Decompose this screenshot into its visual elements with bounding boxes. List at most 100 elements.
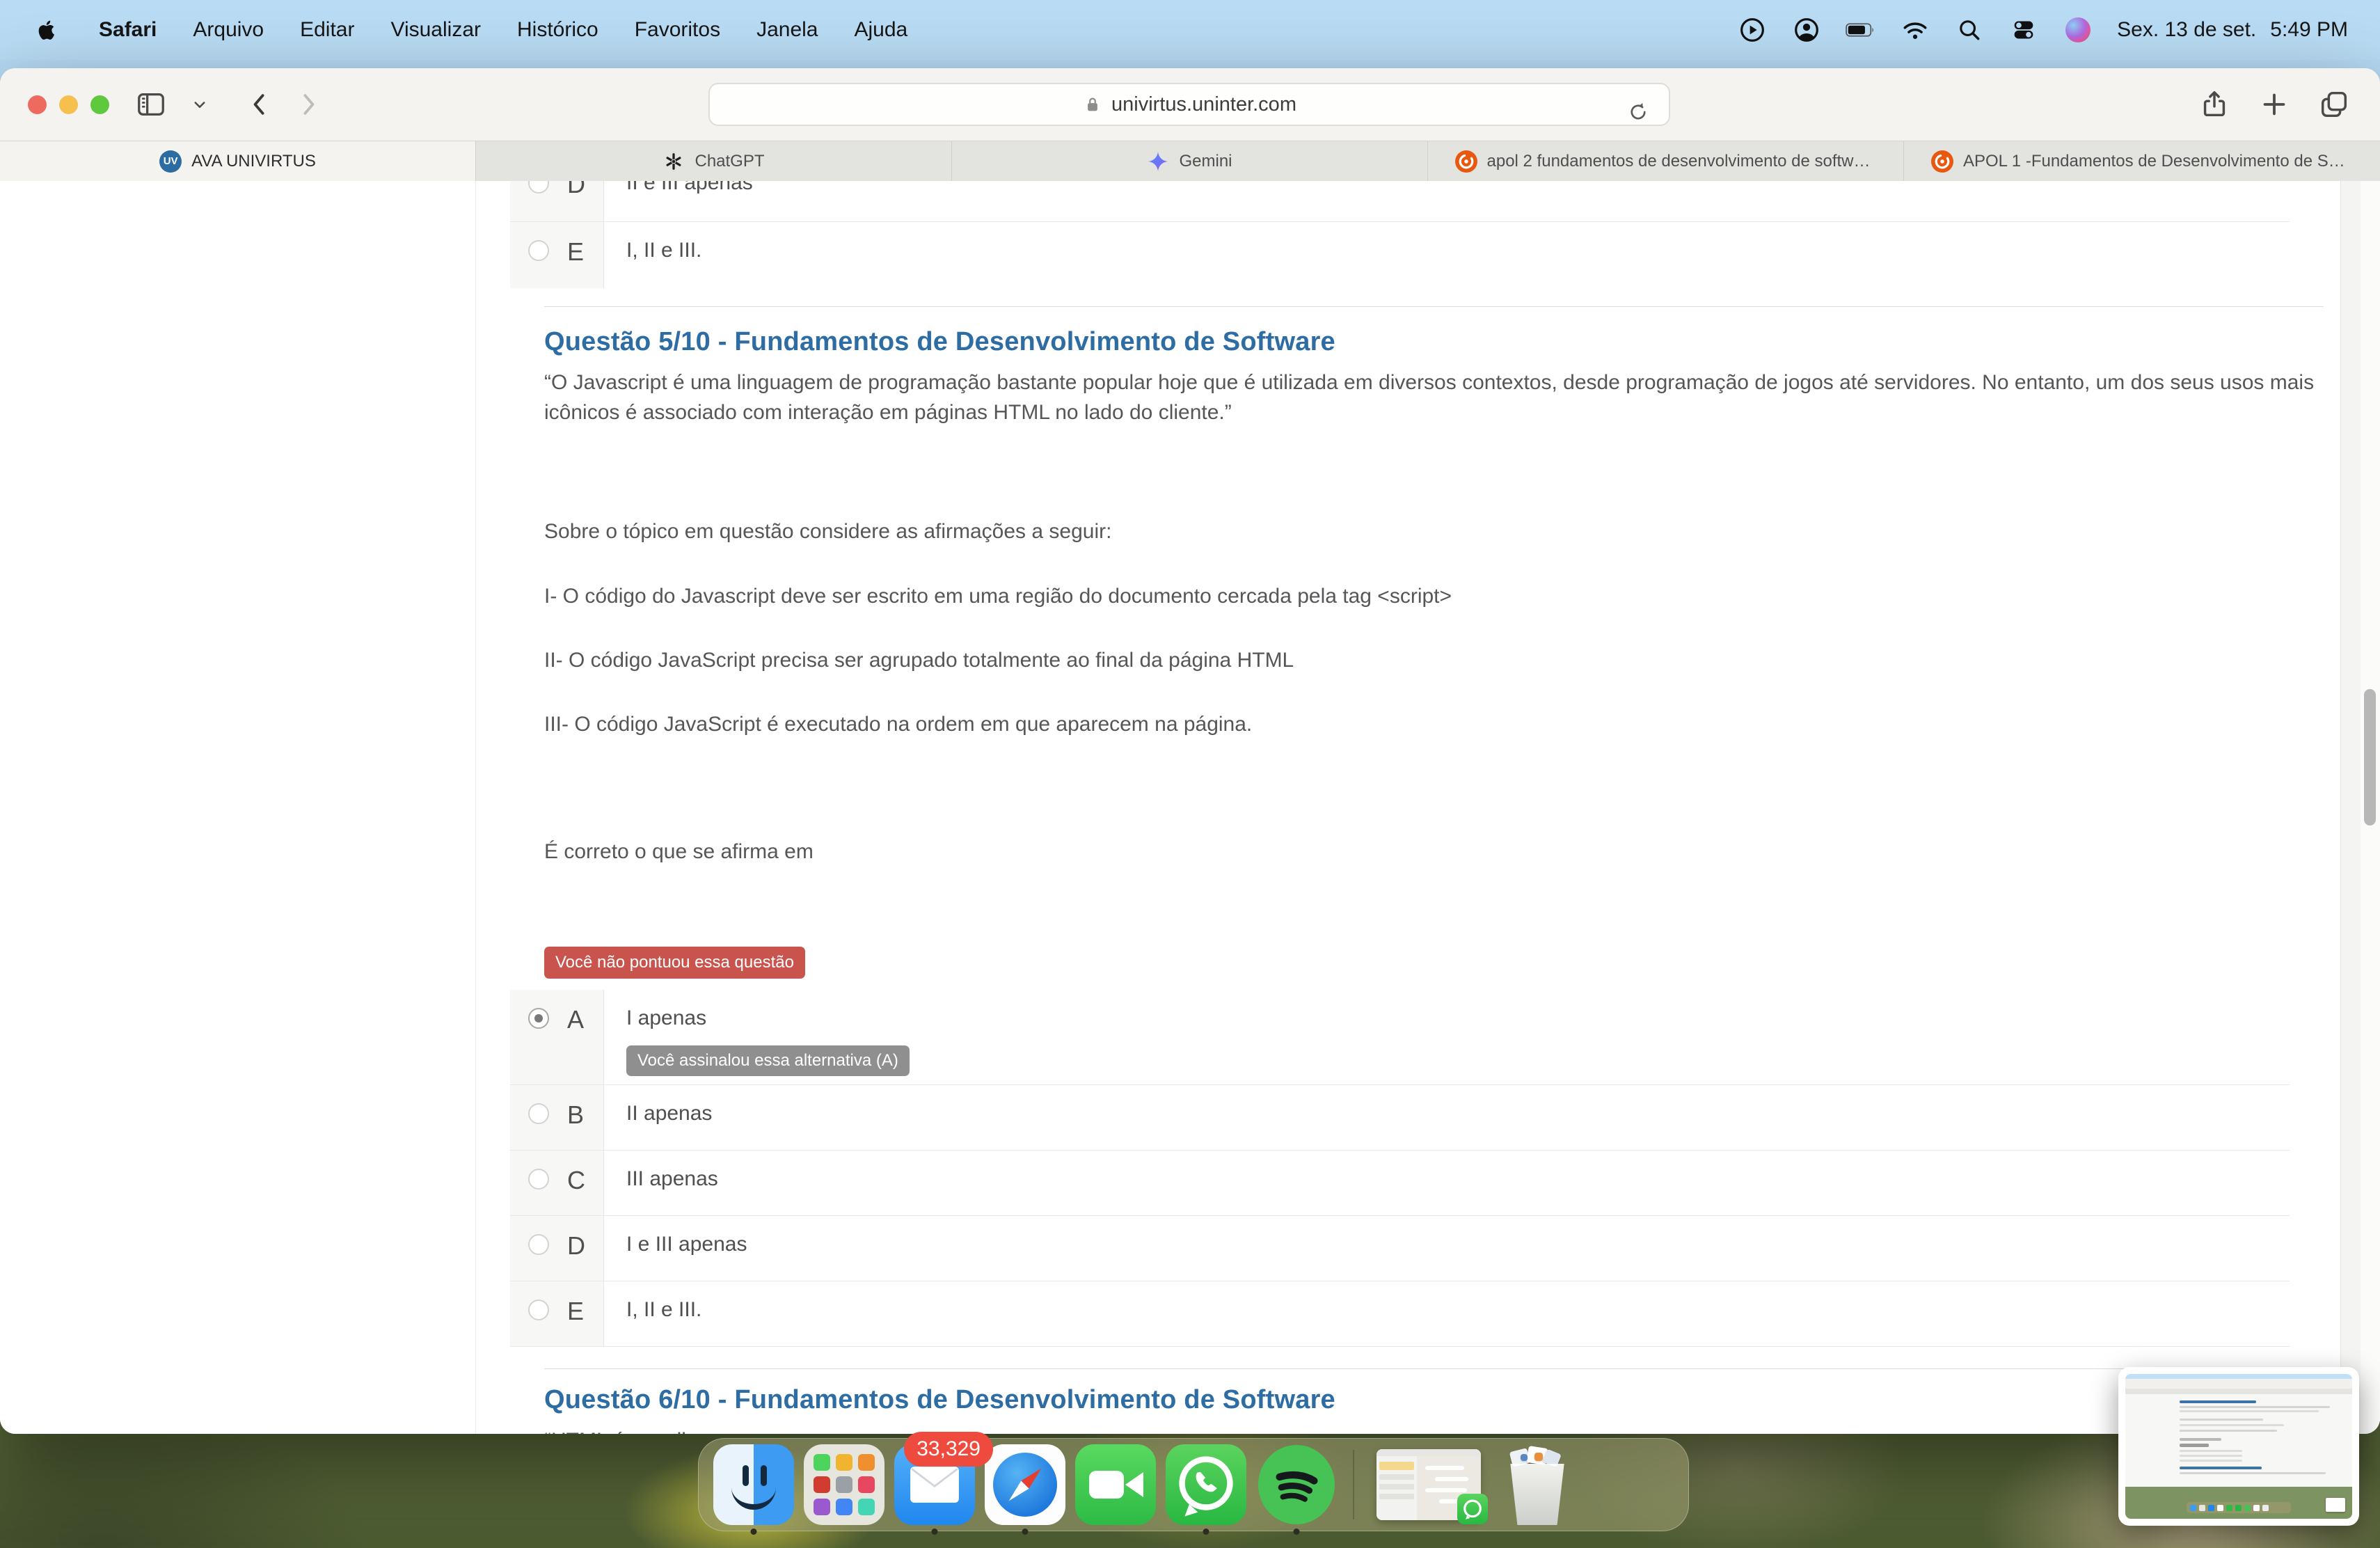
marked-alternative-badge: Você assinalou essa alternativa (A): [626, 1045, 910, 1076]
tab-label: APOL 1 -Fundamentos de Desenvolvimento d…: [1963, 152, 2353, 171]
wifi-icon[interactable]: [1900, 15, 1930, 45]
option-text: I, II e III.: [604, 222, 2290, 288]
whatsapp-icon[interactable]: [1166, 1444, 1246, 1525]
menu-visualizar[interactable]: Visualizar: [390, 18, 481, 42]
facetime-icon[interactable]: [1075, 1444, 1156, 1525]
thumb-line: [2180, 1455, 2242, 1457]
option-row-e[interactable]: E I, II e III.: [510, 221, 2290, 288]
spotify-icon[interactable]: [1256, 1444, 1337, 1525]
menu-janela[interactable]: Janela: [756, 18, 818, 42]
option-radio[interactable]: [528, 240, 549, 261]
question5-statement-1: I- O código do Javascript deve ser escri…: [544, 581, 2324, 611]
dock: 33,329: [698, 1438, 1689, 1531]
sidebar-toggle-icon[interactable]: [133, 86, 169, 123]
lock-icon: [1082, 94, 1103, 115]
running-indicator: [751, 1529, 757, 1535]
question5-ask: É correto o que se afirma em: [544, 837, 2324, 867]
not-scored-badge: Você não pontuou essa questão: [544, 947, 805, 979]
close-window-button[interactable]: [28, 95, 47, 114]
forward-button[interactable]: [290, 86, 326, 123]
battery-icon[interactable]: [1846, 15, 1876, 45]
web-page: D II e III apenas E I, II e III.: [476, 181, 2380, 1434]
minimized-whatsapp-window[interactable]: [1377, 1449, 1481, 1520]
thumb-line: [2180, 1444, 2209, 1447]
tab-bar: UV AVA UNIVIRTUS ChatGPT Gemini apol 2: [0, 141, 2380, 181]
scrollbar-thumb[interactable]: [2364, 689, 2376, 826]
option-row-e[interactable]: E I, II e III.: [510, 1281, 2290, 1346]
option-letter: E: [567, 1300, 584, 1323]
option-row-c[interactable]: C III apenas: [510, 1150, 2290, 1215]
share-icon[interactable]: [2196, 86, 2232, 123]
tab-apol1[interactable]: APOL 1 -Fundamentos de Desenvolvimento d…: [1904, 141, 2380, 181]
thumb-line: [2180, 1410, 2319, 1412]
address-bar[interactable]: univirtus.uninter.com: [708, 83, 1670, 126]
menu-safari[interactable]: Safari: [99, 18, 157, 42]
question5-statement-2: II- O código JavaScript precisa ser agru…: [544, 645, 2324, 675]
option-row-a[interactable]: A I apenas Você assinalou essa alternati…: [510, 990, 2290, 1084]
back-button[interactable]: [241, 86, 278, 123]
menu-editar[interactable]: Editar: [300, 18, 354, 42]
screenshot-thumbnail[interactable]: [2118, 1367, 2359, 1526]
finder-icon[interactable]: [713, 1444, 794, 1525]
divider: [544, 1368, 2324, 1369]
option-row-b[interactable]: B II apenas: [510, 1084, 2290, 1150]
option-radio[interactable]: [528, 1234, 549, 1255]
safari-icon[interactable]: [985, 1444, 1065, 1525]
question4-options-partial: D II e III apenas E I, II e III.: [510, 181, 2290, 288]
control-center-icon[interactable]: [2008, 15, 2039, 45]
menu-favoritos[interactable]: Favoritos: [635, 18, 720, 42]
new-tab-icon[interactable]: [2256, 86, 2292, 123]
option-text: III apenas: [604, 1151, 2290, 1215]
option-radio[interactable]: [528, 1300, 549, 1320]
scrollbar-track[interactable]: [2361, 181, 2380, 1434]
sidebar-chevron-down-icon[interactable]: [182, 86, 218, 123]
question5-intro: “O Javascript é uma linguagem de program…: [544, 368, 2324, 427]
question6-title: Questão 6/10 - Fundamentos de Desenvolvi…: [544, 1385, 1335, 1415]
thumb-toolbar: [2125, 1379, 2352, 1389]
thumb-line: [2180, 1438, 2221, 1441]
tab-label: ChatGPT: [695, 152, 764, 171]
tab-gemini[interactable]: Gemini: [952, 141, 1428, 181]
minimize-window-button[interactable]: [59, 95, 78, 114]
siri-icon[interactable]: [2063, 15, 2093, 45]
mail-icon[interactable]: 33,329: [894, 1444, 975, 1525]
menu-bar-left: Safari Arquivo Editar Visualizar Históri…: [32, 15, 907, 45]
reload-icon[interactable]: [1620, 94, 1656, 130]
menu-bar: Safari Arquivo Editar Visualizar Históri…: [0, 0, 2380, 60]
thumb-line: [2180, 1460, 2242, 1462]
option-radio[interactable]: [528, 1169, 549, 1190]
desktop: Safari Arquivo Editar Visualizar Históri…: [0, 0, 2380, 1548]
thumb-dock: [2187, 1502, 2291, 1513]
menu-arquivo[interactable]: Arquivo: [193, 18, 264, 42]
option-row-d[interactable]: D II e III apenas: [510, 181, 2290, 221]
option-radio[interactable]: [528, 181, 549, 194]
option-row-d[interactable]: D I e III apenas: [510, 1215, 2290, 1281]
option-text: I, II e III.: [604, 1281, 2290, 1346]
option-letter: E: [567, 240, 584, 264]
menu-historico[interactable]: Histórico: [517, 18, 598, 42]
zoom-window-button[interactable]: [90, 95, 109, 114]
play-circle-icon[interactable]: [1737, 15, 1768, 45]
tab-chatgpt[interactable]: ChatGPT: [476, 141, 952, 181]
option-radio-selected[interactable]: [528, 1008, 549, 1029]
question5-consider: Sobre o tópico em questão considere as a…: [544, 516, 2324, 546]
option-text: II e III apenas: [604, 181, 2290, 221]
question6-partial-text: “HTML é uma li: [544, 1425, 2324, 1434]
trash-full-icon[interactable]: [1497, 1444, 1578, 1525]
uninter-favicon-icon: [1931, 150, 1953, 173]
search-icon[interactable]: [1954, 15, 1985, 45]
tab-apol2[interactable]: apol 2 fundamentos de desenvolvimento de…: [1428, 141, 1904, 181]
option-radio[interactable]: [528, 1103, 549, 1124]
user-circle-icon[interactable]: [1791, 15, 1822, 45]
apple-menu-icon[interactable]: [32, 15, 63, 45]
option-letter: C: [567, 1169, 585, 1192]
question5-title: Questão 5/10 - Fundamentos de Desenvolvi…: [544, 327, 1335, 357]
safari-toolbar: univirtus.uninter.com: [0, 68, 2380, 141]
tab-ava-univirtus[interactable]: UV AVA UNIVIRTUS: [0, 141, 476, 181]
menu-ajuda[interactable]: Ajuda: [854, 18, 907, 42]
question5-statement-3: III- O código JavaScript é executado na …: [544, 709, 2324, 739]
menu-bar-clock[interactable]: Sex. 13 de set. 5:49 PM: [2117, 18, 2348, 42]
tab-overview-icon[interactable]: [2316, 86, 2352, 123]
launchpad-icon[interactable]: [804, 1444, 884, 1525]
window-controls: [28, 95, 109, 114]
